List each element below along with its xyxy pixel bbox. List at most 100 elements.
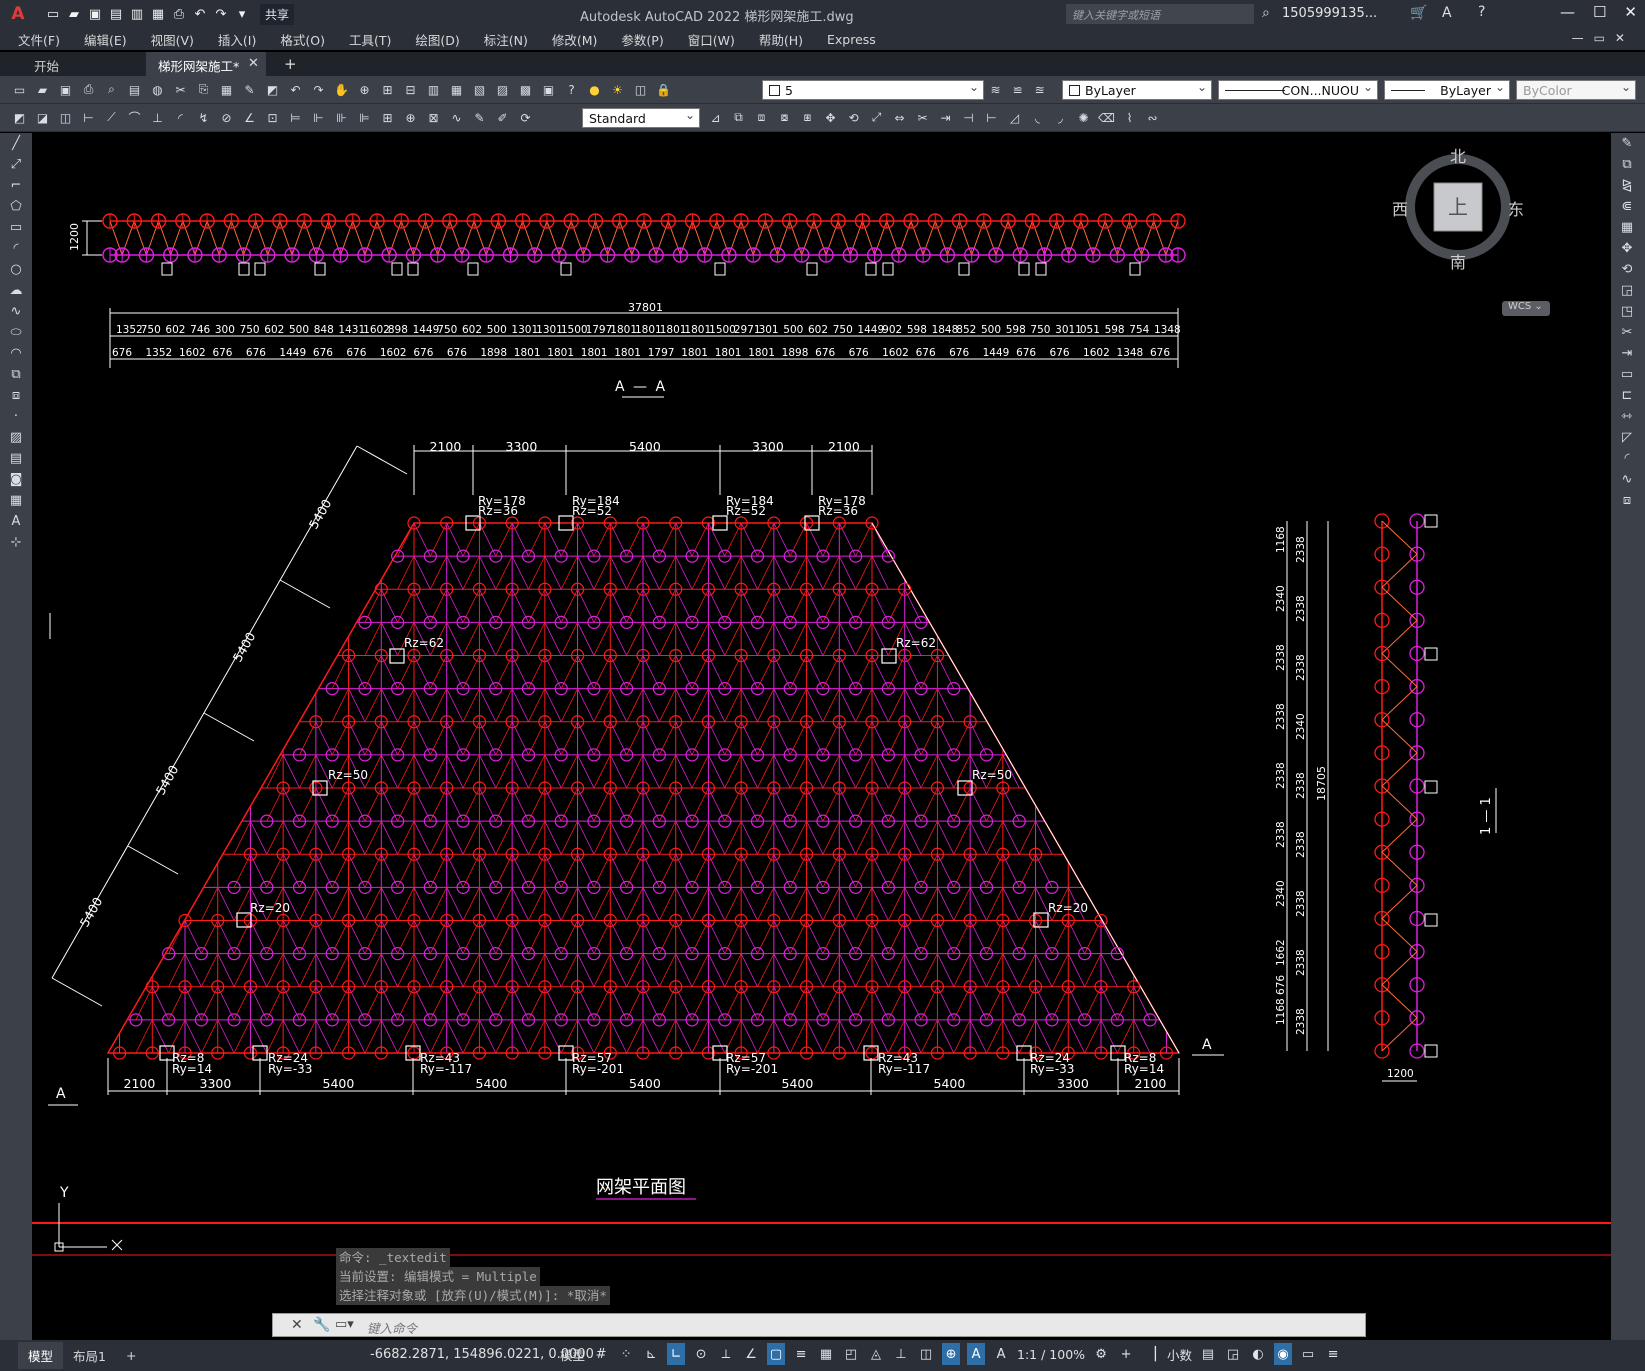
viewcube[interactable]: 北 南 西 东 上 xyxy=(1392,147,1524,272)
minimize-button[interactable]: — xyxy=(1560,3,1575,21)
trim-icon[interactable]: ✂ xyxy=(913,108,932,127)
undo-icon[interactable]: ↶ xyxy=(286,80,305,99)
clean-screen-icon[interactable]: ▭ xyxy=(1299,1343,1317,1365)
model-space-button[interactable]: 模型 xyxy=(560,1345,585,1364)
ellipse-arc-icon[interactable]: ◠ xyxy=(0,343,32,364)
menu-help[interactable]: 帮助(H) xyxy=(759,30,803,49)
layer-state-icon[interactable]: ● xyxy=(585,80,604,99)
lineweight-icon[interactable]: ≡ xyxy=(792,1343,810,1365)
markup-icon[interactable]: ▩ xyxy=(516,80,535,99)
annotation-scale[interactable]: 1:1 / 100% xyxy=(1017,1347,1085,1362)
block-editor-icon[interactable]: ◩ xyxy=(263,80,282,99)
linear-dim-icon[interactable]: ⊢ xyxy=(79,108,98,127)
mirror-icon[interactable]: ⧈ xyxy=(752,108,771,127)
fillet-icon[interactable]: ◜ xyxy=(1611,448,1643,469)
dim-update-icon[interactable]: ⟳ xyxy=(516,108,535,127)
linetype-dropdown[interactable]: CON...NUOU xyxy=(1218,80,1378,100)
tab-start[interactable]: 开始 xyxy=(22,52,142,76)
edit-spline-icon[interactable]: ∾ xyxy=(1143,108,1162,127)
tool-palettes-icon[interactable]: ▧ xyxy=(470,80,489,99)
scale-icon[interactable]: ⤢ xyxy=(867,108,886,127)
sun-icon[interactable]: ☀ xyxy=(608,80,627,99)
rotate-icon[interactable]: ⟲ xyxy=(1611,259,1643,280)
drawing-canvas[interactable]: Y 1200 37801 1352 750 602 746 300 750 602 500 848 1… xyxy=(32,133,1611,1340)
3d-osnap-icon[interactable]: ◬ xyxy=(867,1343,885,1365)
viewcube-west[interactable]: 西 xyxy=(1392,196,1408,220)
copy-object-icon[interactable]: ⧉ xyxy=(729,108,748,127)
menu-parametric[interactable]: 参数(P) xyxy=(621,30,663,49)
pan-icon[interactable]: ✋ xyxy=(332,80,351,99)
viewcube-top-face[interactable]: 上 xyxy=(1448,191,1468,220)
array-icon[interactable]: ⧆ xyxy=(798,108,817,127)
zoom-realtime-icon[interactable]: ⊕ xyxy=(355,80,374,99)
offset-icon[interactable]: ⧇ xyxy=(775,108,794,127)
line-icon[interactable]: ╱ xyxy=(0,133,32,154)
blend-icon[interactable]: ◞ xyxy=(1051,108,1070,127)
array-icon[interactable]: ▦ xyxy=(1611,217,1643,238)
arc-length-icon[interactable]: ⌒ xyxy=(125,108,144,127)
3d-print-icon[interactable]: ◍ xyxy=(148,80,167,99)
draw-order-icon[interactable]: ◪ xyxy=(33,108,52,127)
share-button[interactable]: 共享 xyxy=(260,3,295,25)
explode-icon[interactable]: ✺ xyxy=(1074,108,1093,127)
preview-icon[interactable]: ⌕ xyxy=(102,80,121,99)
hardware-acceleration-icon[interactable]: ◉ xyxy=(1274,1343,1293,1365)
open-icon[interactable]: ▰ xyxy=(65,5,83,23)
plot-icon[interactable]: ⎙ xyxy=(170,5,188,23)
viewcube-south[interactable]: 南 xyxy=(1450,249,1466,273)
lineweight-dropdown[interactable]: ByLayer xyxy=(1384,80,1510,100)
cart-icon[interactable]: 🛒 xyxy=(1410,5,1427,21)
ortho-icon[interactable]: ∟ xyxy=(667,1343,686,1365)
menu-window[interactable]: 窗口(W) xyxy=(688,30,735,49)
close-command-icon[interactable]: ✕ xyxy=(291,1317,303,1333)
fillet-icon[interactable]: ◟ xyxy=(1028,108,1047,127)
undo-icon[interactable]: ↶ xyxy=(191,5,209,23)
copy-icon[interactable]: ⎘ xyxy=(194,80,213,99)
paste-icon[interactable]: ▦ xyxy=(217,80,236,99)
maximize-button[interactable]: ☐ xyxy=(1593,3,1606,21)
dimstyle-dropdown[interactable]: Standard xyxy=(582,108,700,128)
center-mark-icon[interactable]: ⊕ xyxy=(401,108,420,127)
tab-model[interactable]: 模型 xyxy=(18,1342,64,1369)
lock-icon[interactable]: 🔒 xyxy=(654,80,673,99)
transparency-icon[interactable]: ▦ xyxy=(817,1343,835,1365)
erase-icon[interactable]: ⌫ xyxy=(1097,108,1116,127)
plotstyle-dropdown[interactable]: ByColor xyxy=(1516,80,1636,100)
baseline-dim-icon[interactable]: ⊨ xyxy=(286,108,305,127)
hatch-icon[interactable]: ▨ xyxy=(0,427,32,448)
rectangle-icon[interactable]: ▭ xyxy=(0,217,32,238)
continue-dim-icon[interactable]: ⊩ xyxy=(309,108,328,127)
save-as-icon[interactable]: ▤ xyxy=(107,5,125,23)
command-input[interactable]: 键入命令 xyxy=(367,1318,417,1337)
move-icon[interactable]: ✥ xyxy=(1611,238,1643,259)
open-icon[interactable]: ▰ xyxy=(33,80,52,99)
make-block-icon[interactable]: ⧈ xyxy=(0,385,32,406)
viewcube-east[interactable]: 东 xyxy=(1508,196,1524,220)
save-icon[interactable]: ▣ xyxy=(56,80,75,99)
tolerance-icon[interactable]: ⊞ xyxy=(378,108,397,127)
new-tab-button[interactable]: + xyxy=(284,55,297,73)
menu-view[interactable]: 视图(V) xyxy=(151,30,194,49)
circle-icon[interactable]: ○ xyxy=(0,259,32,280)
customize-qat-icon[interactable]: ▾ xyxy=(233,5,251,23)
layer-previous-icon[interactable]: ≊ xyxy=(1030,80,1049,99)
join-icon[interactable]: ⇿ xyxy=(1611,406,1643,427)
break-icon[interactable]: ▭ xyxy=(1611,364,1643,385)
isolate-objects-icon[interactable]: ◐ xyxy=(1249,1343,1267,1365)
zoom-previous-icon[interactable]: ⊟ xyxy=(401,80,420,99)
extend-icon[interactable]: ⇥ xyxy=(1611,343,1643,364)
autocad-logo-icon[interactable]: A xyxy=(0,0,36,28)
trim-icon[interactable]: ✂ xyxy=(1611,322,1643,343)
user-account[interactable]: 1505999135... xyxy=(1282,6,1377,21)
web-open-icon[interactable]: ▥ xyxy=(128,5,146,23)
menu-express[interactable]: Express xyxy=(827,32,876,47)
design-center-icon[interactable]: ▦ xyxy=(447,80,466,99)
polygon-icon[interactable]: ⬠ xyxy=(0,196,32,217)
gizmo-icon[interactable]: ⊕ xyxy=(942,1343,961,1365)
sheet-set-icon[interactable]: ▨ xyxy=(493,80,512,99)
menu-format[interactable]: 格式(O) xyxy=(280,30,325,49)
viewcube-north[interactable]: 北 xyxy=(1450,143,1466,167)
explode-icon[interactable]: ⧈ xyxy=(1611,490,1643,511)
close-button[interactable]: ✕ xyxy=(1624,3,1637,21)
auto-scale-icon[interactable]: A xyxy=(992,1343,1010,1365)
